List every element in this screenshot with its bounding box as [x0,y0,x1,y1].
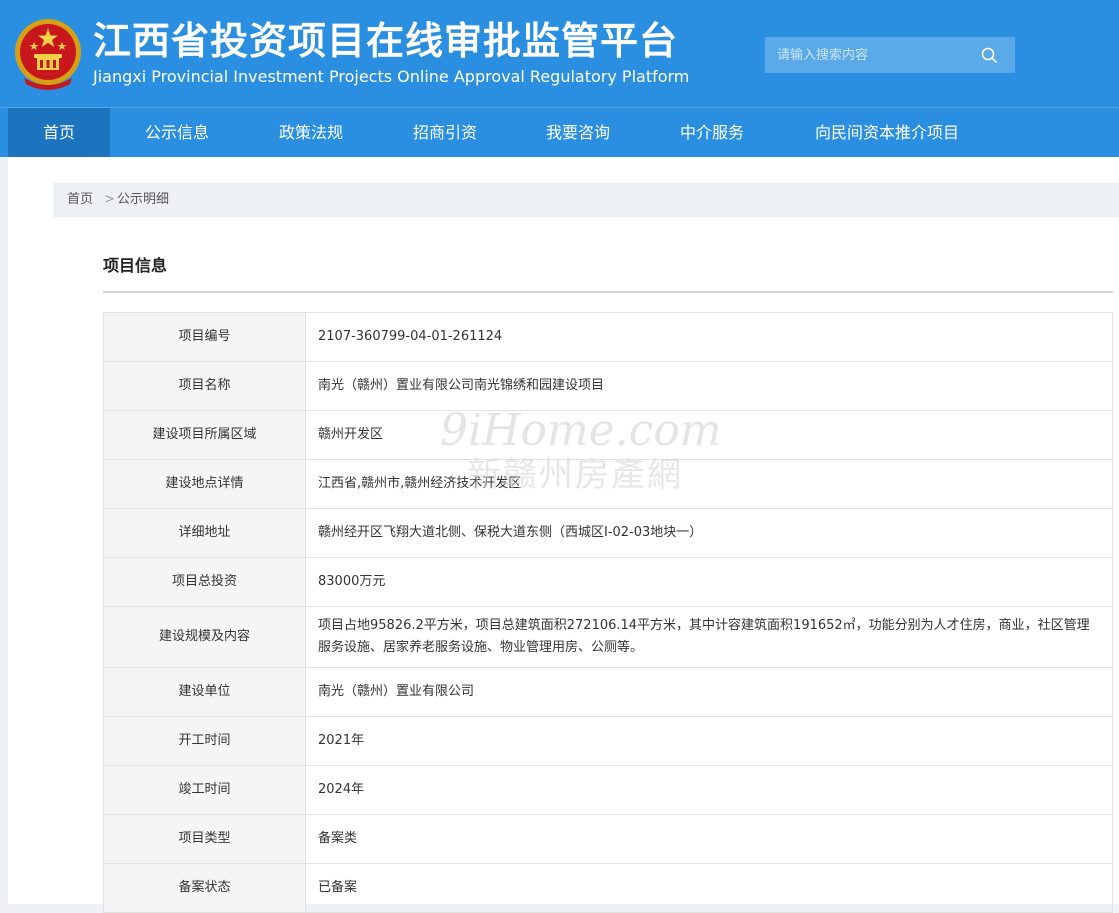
row-value: 2021年 [305,716,1113,766]
row-label: 项目总投资 [103,557,306,607]
section-title: 项目信息 [103,256,168,275]
nav-item-agency-services[interactable]: 中介服务 [663,108,761,157]
table-row: 建设项目所属区域 赣州开发区 [103,410,1113,460]
nav-item-consult[interactable]: 我要咨询 [529,108,627,157]
project-info-table: 项目编号 2107-360799-04-01-261124 项目名称 南光（赣州… [103,312,1113,913]
site-subtitle-en: Jiangxi Provincial Investment Projects O… [93,67,690,86]
table-row: 项目编号 2107-360799-04-01-261124 [103,312,1113,362]
row-label: 建设规模及内容 [103,606,306,668]
row-label: 建设地点详情 [103,459,306,509]
site-title: 江西省投资项目在线审批监管平台 [93,19,679,63]
site-header: 江西省投资项目在线审批监管平台 Jiangxi Provincial Inves… [0,0,1119,107]
national-emblem-icon [15,19,81,90]
table-row: 项目类型 备案类 [103,814,1113,864]
row-value: 2024年 [305,765,1113,815]
search-input[interactable] [765,37,975,73]
row-value: 南光（赣州）置业有限公司南光锦绣和园建设项目 [305,361,1113,411]
section-divider [103,291,1113,293]
row-label: 建设单位 [103,667,306,717]
row-label: 备案状态 [103,863,306,913]
nav-item-home[interactable]: 首页 [8,108,110,157]
search-icon[interactable] [979,45,999,65]
table-row: 竣工时间 2024年 [103,765,1113,815]
row-label: 项目名称 [103,361,306,411]
row-value: 83000万元 [305,557,1113,607]
main-nav: 首页 公示信息 政策法规 招商引资 我要咨询 中介服务 向民间资本推介项目 [0,107,1119,157]
row-value: 备案类 [305,814,1113,864]
nav-item-public-info[interactable]: 公示信息 [128,108,226,157]
table-row: 建设单位 南光（赣州）置业有限公司 [103,667,1113,717]
row-value: 项目占地95826.2平方米，项目总建筑面积272106.14平方米，其中计容建… [305,606,1113,668]
row-label: 项目编号 [103,312,306,362]
nav-item-investment[interactable]: 招商引资 [396,108,494,157]
table-row: 详细地址 赣州经开区飞翔大道北侧、保税大道东侧（西城区I-02-03地块一） [103,508,1113,558]
row-value: 南光（赣州）置业有限公司 [305,667,1113,717]
table-row: 项目名称 南光（赣州）置业有限公司南光锦绣和园建设项目 [103,361,1113,411]
row-label: 竣工时间 [103,765,306,815]
nav-item-private-capital[interactable]: 向民间资本推介项目 [797,108,977,157]
row-value: 江西省,赣州市,赣州经济技术开发区 [305,459,1113,509]
table-row: 开工时间 2021年 [103,716,1113,766]
search-box [765,37,1015,73]
table-row: 备案状态 已备案 [103,863,1113,913]
table-row: 建设地点详情 江西省,赣州市,赣州经济技术开发区 [103,459,1113,509]
row-label: 项目类型 [103,814,306,864]
breadcrumb-separator: > [104,192,115,207]
nav-item-policies[interactable]: 政策法规 [262,108,360,157]
row-value: 已备案 [305,863,1113,913]
table-row: 项目总投资 83000万元 [103,557,1113,607]
breadcrumb-current: 公示明细 [117,192,170,207]
breadcrumb: 首页 > 公示明细 [53,183,1119,217]
row-value: 赣州经开区飞翔大道北侧、保税大道东侧（西城区I-02-03地块一） [305,508,1113,558]
row-value: 赣州开发区 [305,410,1113,460]
row-label: 建设项目所属区域 [103,410,306,460]
row-label: 详细地址 [103,508,306,558]
row-value: 2107-360799-04-01-261124 [305,312,1113,362]
table-row: 建设规模及内容 项目占地95826.2平方米，项目总建筑面积272106.14平… [103,606,1113,668]
row-label: 开工时间 [103,716,306,766]
breadcrumb-home[interactable]: 首页 [67,183,93,217]
